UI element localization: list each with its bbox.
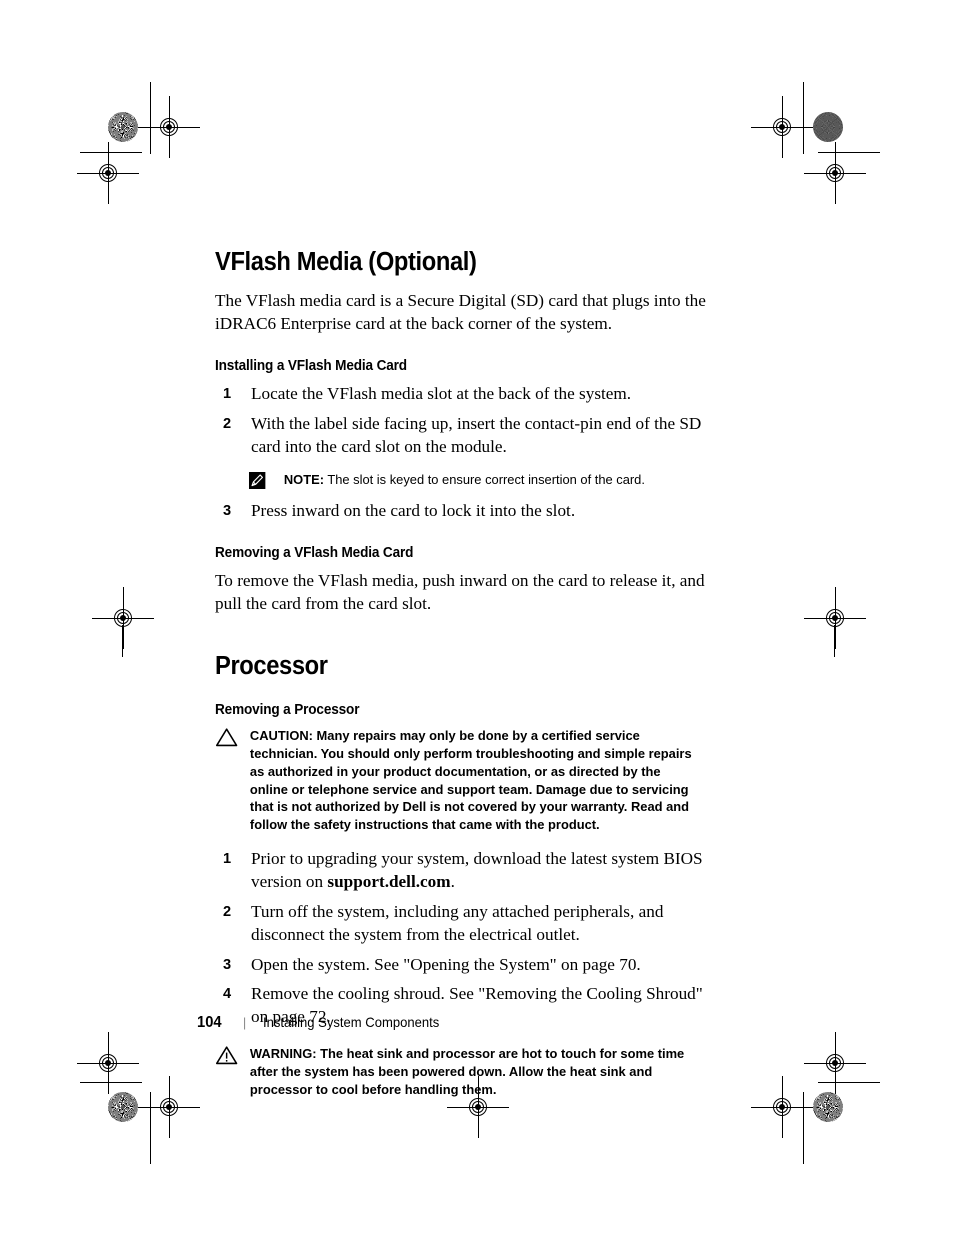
installing-steps-list: 1 Locate the VFlash media slot at the ba…	[215, 383, 715, 459]
crop-line-top-right-vertical	[803, 82, 805, 154]
note-label: NOTE:	[283, 471, 324, 487]
registration-mark-top-left	[138, 96, 200, 158]
step-text: Turn off the system, including any attac…	[251, 901, 664, 944]
step-text: With the label side facing up, insert th…	[251, 414, 702, 456]
registration-mark-upper-right-outer	[804, 142, 866, 204]
crop-line-bottom-left-vertical	[150, 1092, 152, 1164]
step-text-tail: .	[450, 871, 455, 891]
step-number: 4	[223, 986, 232, 1003]
warning-triangle-exclamation-icon	[215, 1045, 238, 1070]
crop-line-lower-left-horizontal	[80, 1082, 142, 1084]
installing-steps-list-continued: 3 Press inward on the card to lock it in…	[215, 500, 715, 523]
note-admonition: NOTE: The slot is keyed to ensure correc…	[247, 471, 701, 489]
registration-mark-lower-right-outer	[804, 1032, 866, 1094]
halftone-circle-bottom-left	[108, 1092, 138, 1122]
halftone-circle-top-right	[813, 112, 843, 142]
crop-line-upper-right-horizontal	[818, 152, 880, 154]
list-item: 1 Prior to upgrading your system, downloa…	[215, 848, 715, 894]
registration-mark-top-right	[751, 96, 813, 158]
section-heading-removing-processor: Removing a Processor	[215, 701, 360, 718]
caution-label: CAUTION:	[249, 728, 313, 744]
registration-mark-upper-left-outer	[77, 142, 139, 204]
list-item: 3 Press inward on the card to lock it in…	[215, 500, 715, 523]
footer-separator: |	[242, 1015, 247, 1030]
intro-paragraph: The VFlash media card is a Secure Digita…	[215, 291, 706, 333]
halftone-circle-top-left	[108, 112, 138, 142]
list-item: 2 Turn off the system, including any att…	[215, 901, 715, 947]
registration-mark-bottom-left	[138, 1076, 200, 1138]
chapter-heading-vflash-media: VFlash Media (Optional)	[215, 248, 477, 276]
crop-line-bottom-right-vertical	[803, 1092, 805, 1164]
chapter-heading-processor: Processor	[215, 651, 328, 680]
step-number: 1	[223, 386, 232, 403]
support-site-link-text: support.dell.com	[327, 871, 451, 891]
step-text: Locate the VFlash media slot at the back…	[251, 384, 632, 404]
crop-line-middle-right	[834, 625, 836, 657]
step-number: 2	[223, 903, 232, 920]
crop-line-middle-left	[122, 625, 124, 657]
step-text: Open the system. See "Opening the System…	[251, 954, 641, 974]
caution-admonition: CAUTION: Many repairs may only be done b…	[215, 727, 700, 834]
removing-processor-steps-list: 1 Prior to upgrading your system, downloa…	[215, 848, 715, 1029]
page-content: VFlash Media (Optional) The VFlash media…	[215, 248, 715, 1109]
step-text: Press inward on the card to lock it into…	[251, 500, 576, 520]
caution-triangle-icon	[215, 727, 238, 752]
warning-admonition: WARNING: The heat sink and processor are…	[215, 1045, 700, 1098]
step-text: Prior to upgrading your system, download…	[251, 849, 703, 891]
crop-line-upper-left-horizontal	[80, 152, 142, 154]
step-number: 1	[223, 851, 232, 868]
note-text: The slot is keyed to ensure correct inse…	[323, 471, 645, 487]
step-number: 3	[223, 502, 232, 519]
footer-section-title: Installing System Components	[263, 1015, 440, 1030]
halftone-circle-bottom-right	[813, 1092, 843, 1122]
step-number: 2	[223, 416, 232, 433]
footer-page-number: 104	[197, 1014, 222, 1031]
step-number: 3	[223, 956, 232, 973]
list-item: 3 Open the system. See "Opening the Syst…	[215, 954, 715, 977]
registration-mark-lower-left-outer	[77, 1032, 139, 1094]
warning-label: WARNING:	[249, 1046, 317, 1062]
list-item: 2 With the label side facing up, insert …	[215, 413, 715, 459]
caution-text: Many repairs may only be done by a certi…	[249, 728, 692, 833]
removing-vflash-paragraph: To remove the VFlash media, push inward …	[215, 570, 705, 613]
page-footer: 104 | Installing System Components	[197, 1014, 447, 1032]
document-page: VFlash Media (Optional) The VFlash media…	[0, 0, 954, 1235]
section-heading-removing-vflash: Removing a VFlash Media Card	[215, 544, 414, 561]
crop-line-top-left-vertical	[150, 82, 152, 154]
section-heading-installing-vflash: Installing a VFlash Media Card	[215, 357, 407, 374]
note-pencil-icon	[248, 471, 266, 494]
list-item: 1 Locate the VFlash media slot at the ba…	[215, 383, 715, 406]
registration-mark-bottom-right	[751, 1076, 813, 1138]
crop-line-lower-right-horizontal	[818, 1082, 880, 1084]
